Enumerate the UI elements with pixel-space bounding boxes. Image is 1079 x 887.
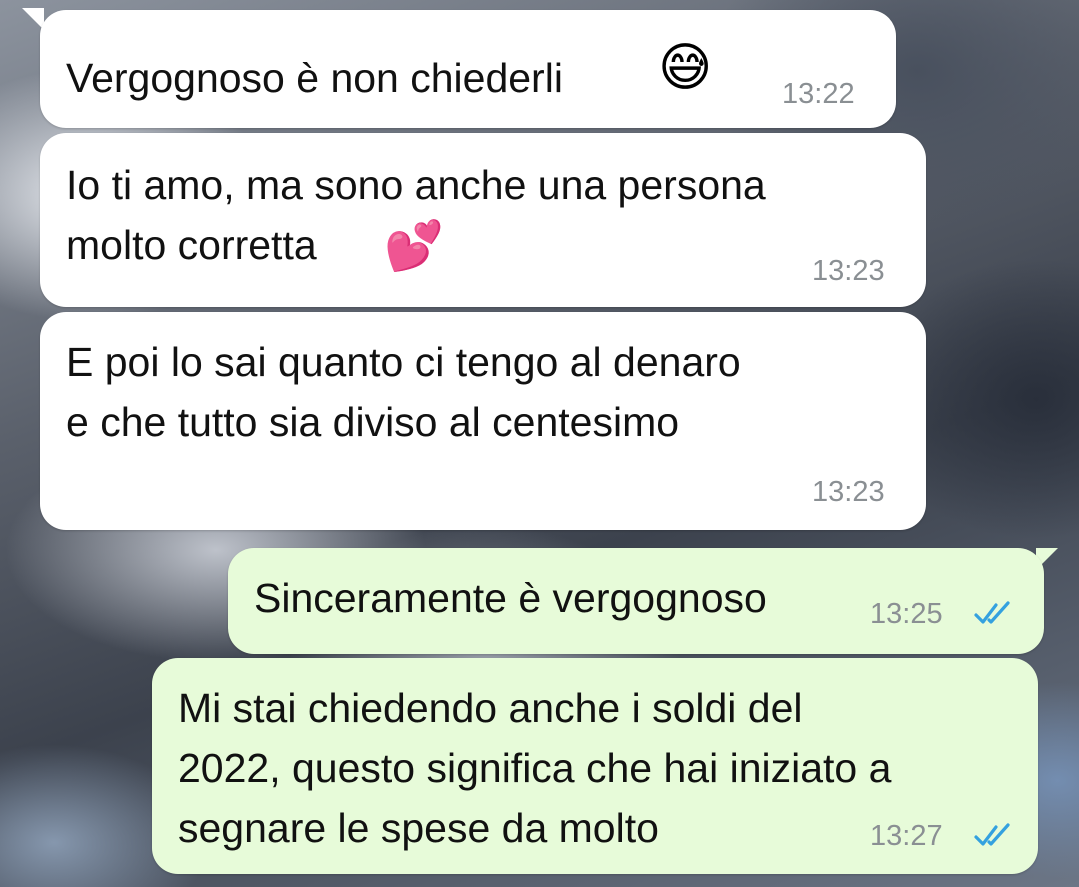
message-bubble-incoming[interactable]: Vergognoso è non chiederli 😅 13:22 <box>40 10 896 128</box>
message-timestamp: 13:22 <box>782 78 855 110</box>
message-text: Vergognoso è non chiederli <box>66 55 563 101</box>
message-text: E poi lo sai quanto ci tengo al denaro e… <box>66 339 741 445</box>
message-bubble-outgoing[interactable]: Sinceramente è vergognoso 13:25 <box>228 548 1044 654</box>
message-timestamp: 13:25 <box>870 598 943 630</box>
sweat-smile-icon: 😅 <box>658 39 713 97</box>
message-timestamp: 13:23 <box>812 476 885 508</box>
message-text: Sinceramente è vergognoso <box>254 575 767 621</box>
message-bubble-incoming[interactable]: E poi lo sai quanto ci tengo al denaro e… <box>40 312 926 530</box>
double-check-read-icon <box>974 823 1010 846</box>
message-timestamp: 13:23 <box>812 255 885 287</box>
message-bubble-outgoing[interactable]: Mi stai chiedendo anche i soldi del 2022… <box>152 658 1038 874</box>
message-bubble-incoming[interactable]: Io ti amo, ma sono anche una persona mol… <box>40 133 926 307</box>
message-timestamp: 13:27 <box>870 820 943 852</box>
message-text: Mi stai chiedendo anche i soldi del 2022… <box>178 685 892 851</box>
two-hearts-icon: 💕 <box>384 220 444 273</box>
double-check-read-icon <box>974 601 1010 624</box>
